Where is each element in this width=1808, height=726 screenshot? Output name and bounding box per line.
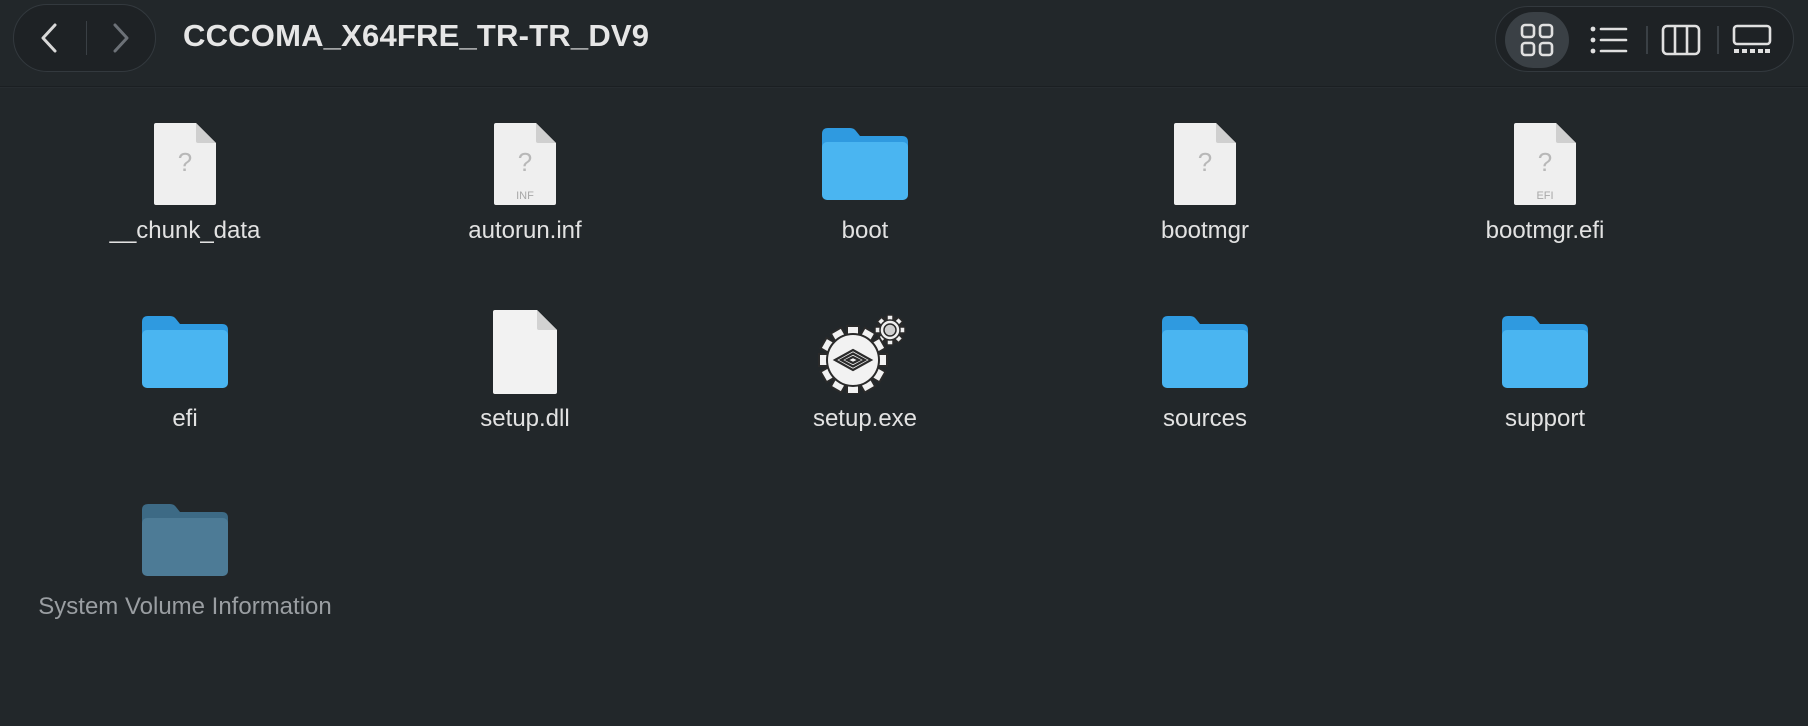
window-title: CCCOMA_X64FRE_TR-TR_DV9: [183, 18, 650, 53]
file-item[interactable]: setup.exe: [700, 302, 1030, 482]
executable-gear-icon: [815, 302, 915, 402]
file-item[interactable]: ? __chunk_data: [20, 114, 350, 294]
view-divider: [1717, 26, 1719, 54]
file-name: bootmgr.efi: [1485, 217, 1605, 244]
unknown-document-icon: ? EFI: [1495, 114, 1595, 214]
file-item[interactable]: setup.dll: [360, 302, 690, 482]
folder-item[interactable]: sources: [1040, 302, 1370, 482]
back-button[interactable]: [14, 5, 84, 71]
forward-button[interactable]: [86, 5, 156, 71]
unknown-document-icon: ?: [135, 114, 235, 214]
folder-icon: [135, 302, 235, 402]
folder-icon: [135, 490, 235, 590]
list-view-button[interactable]: [1577, 12, 1641, 68]
file-item[interactable]: ? bootmgr: [1040, 114, 1370, 294]
folder-icon: [1155, 302, 1255, 402]
svg-text:?: ?: [178, 147, 192, 177]
file-item[interactable]: ? INF autorun.inf: [360, 114, 690, 294]
view-mode-switcher: [1495, 6, 1794, 72]
chevron-left-icon: [41, 23, 57, 53]
file-type-badge: EFI: [1536, 190, 1553, 202]
gallery-view-button[interactable]: [1720, 12, 1784, 68]
unknown-document-icon: ? INF: [475, 114, 575, 214]
finder-window: CCCOMA_X64FRE_TR-TR_DV9 ? __chunk_data ?…: [0, 0, 1808, 726]
file-name: boot: [841, 217, 889, 244]
folder-icon: [815, 114, 915, 214]
hidden-folder-item[interactable]: System Volume Information: [20, 490, 350, 670]
folder-icon: [1495, 302, 1595, 402]
unknown-document-icon: ?: [1155, 114, 1255, 214]
list-view-icon: [1590, 26, 1628, 54]
file-name: __chunk_data: [109, 217, 261, 244]
column-view-icon: [1661, 24, 1701, 56]
svg-text:?: ?: [1198, 147, 1212, 177]
svg-text:?: ?: [518, 147, 532, 177]
file-name: efi: [172, 405, 198, 432]
chevron-right-icon: [113, 23, 129, 53]
icon-view-grid-icon: [1520, 23, 1554, 57]
file-type-badge: INF: [516, 190, 534, 202]
folder-item[interactable]: boot: [700, 114, 1030, 294]
column-view-button[interactable]: [1649, 12, 1713, 68]
file-item[interactable]: ? EFI bootmgr.efi: [1380, 114, 1710, 294]
toolbar: CCCOMA_X64FRE_TR-TR_DV9: [0, 0, 1808, 87]
file-name: autorun.inf: [468, 217, 582, 244]
navigation-buttons: [13, 4, 156, 72]
folder-item[interactable]: efi: [20, 302, 350, 482]
file-name: sources: [1162, 405, 1248, 432]
folder-item[interactable]: support: [1380, 302, 1710, 482]
file-name: setup.exe: [812, 405, 918, 432]
icon-view-button[interactable]: [1505, 12, 1569, 68]
file-name: bootmgr: [1160, 217, 1250, 244]
blank-document-icon: [475, 302, 575, 402]
file-name: System Volume Information: [38, 593, 332, 620]
view-divider: [1646, 26, 1648, 54]
gallery-view-icon: [1732, 24, 1772, 53]
file-name: setup.dll: [480, 405, 570, 432]
svg-text:?: ?: [1538, 147, 1552, 177]
file-name: support: [1504, 405, 1586, 432]
